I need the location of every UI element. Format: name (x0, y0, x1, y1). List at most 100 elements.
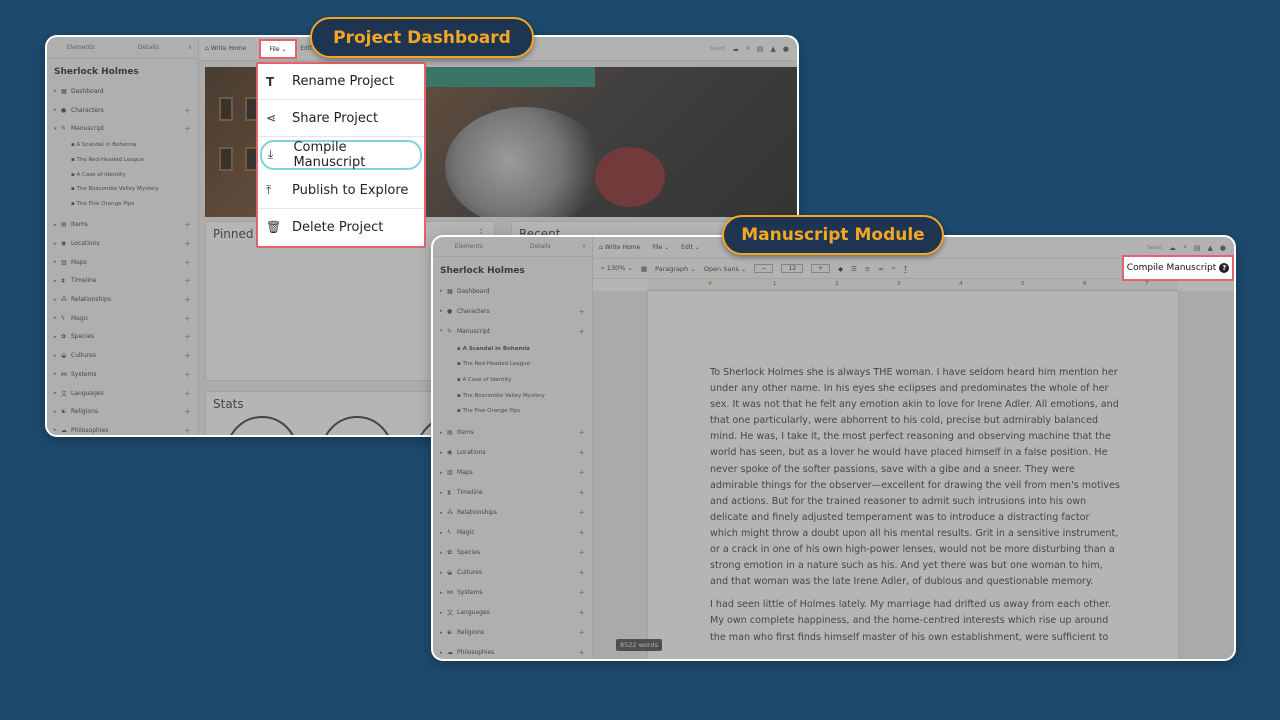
sidebar-item-species[interactable]: ▸ ✿ Species + (433, 543, 592, 563)
write-home-button[interactable]: ⌂ Write Home (199, 45, 252, 52)
zoom-control[interactable]: ⌕ 130% ⌄ (601, 264, 633, 273)
link-icon[interactable]: ∞ (878, 265, 883, 273)
add-icon[interactable]: + (184, 389, 191, 398)
account-icon[interactable]: ● (783, 45, 789, 53)
sidebar-item-maps[interactable]: ▸ ▥ Maps + (433, 463, 592, 483)
file-menu-button[interactable]: File ⌄ (646, 244, 675, 251)
columns-icon[interactable]: ▦ (641, 265, 647, 273)
sidebar-item-dashboard[interactable]: ▸ ▦ Dashboard (433, 281, 592, 301)
sidebar-item-languages[interactable]: ▸ 文 Languages + (433, 603, 592, 623)
sidebar-item-relationships[interactable]: ▸ ⁂ Relationships + (47, 290, 198, 309)
account-icon[interactable]: ● (1220, 244, 1226, 252)
sidebar-item-locations[interactable]: ▸ ◉ Locations + (47, 234, 198, 253)
font-size-increase[interactable]: + (811, 264, 831, 273)
add-icon[interactable]: + (184, 407, 191, 416)
search-icon[interactable]: ⌕ (746, 44, 750, 53)
collapse-icon[interactable]: « (576, 243, 592, 250)
bell-icon[interactable]: ▲ (771, 45, 776, 53)
rename-project-item[interactable]: T Rename Project (258, 64, 424, 101)
compile-manuscript-button[interactable]: Compile Manuscript? (1122, 255, 1234, 281)
add-icon[interactable]: + (578, 628, 585, 637)
add-icon[interactable]: + (184, 106, 191, 115)
tab-details[interactable]: Details (505, 243, 577, 250)
search-icon[interactable]: ⌕ (892, 264, 896, 273)
add-icon[interactable]: + (578, 448, 585, 457)
sidebar-item-characters[interactable]: ▸ ● Characters + (433, 301, 592, 321)
add-icon[interactable]: + (184, 276, 191, 285)
sidebar-item-manuscript[interactable]: ▾ ✎ Manuscript + (433, 321, 592, 341)
font-size-decrease[interactable]: − (754, 264, 774, 273)
file-menu-button[interactable]: File ⌄ (259, 39, 297, 59)
tab-elements[interactable]: Elements (433, 243, 505, 250)
sidebar-item-systems[interactable]: ▸ ⋈ Systems + (47, 365, 198, 384)
add-icon[interactable]: + (578, 307, 585, 316)
compile-manuscript-item[interactable]: ⤓ Compile Manuscript (260, 139, 422, 170)
chapter-item-active[interactable]: ▪ A Scandal in Bohemia (433, 341, 592, 357)
add-icon[interactable]: + (184, 258, 191, 267)
sidebar-item-philosophies[interactable]: ▸ ☁ Philosophies + (47, 421, 198, 435)
chapter-item[interactable]: ▪ The Boscombe Valley Mystery (47, 182, 198, 197)
add-icon[interactable]: + (578, 608, 585, 617)
sidebar-item-languages[interactable]: ▸ 文 Languages + (47, 384, 198, 403)
share-project-item[interactable]: ⋖ Share Project (258, 100, 424, 137)
add-icon[interactable]: + (578, 508, 585, 517)
sidebar-item-timeline[interactable]: ▸ ⧗ Timeline + (433, 483, 592, 503)
sidebar-item-cultures[interactable]: ▸ ◒ Cultures + (47, 346, 198, 365)
chapter-item[interactable]: ▪ A Case of Identity (433, 372, 592, 388)
add-icon[interactable]: + (578, 428, 585, 437)
sidebar-item-species[interactable]: ▸ ✿ Species + (47, 328, 198, 347)
paragraph-style-select[interactable]: Paragraph ⌄ (655, 265, 696, 273)
sidebar-item-religions[interactable]: ▸ ☯ Religions + (47, 402, 198, 421)
sidebar-item-manuscript[interactable]: ▾ ✎ Manuscript + (47, 119, 198, 138)
publish-to-explore-item[interactable]: ⤒ Publish to Explore (258, 173, 424, 210)
chat-icon[interactable]: ▤ (1194, 244, 1201, 252)
sidebar-item-magic[interactable]: ▸ ϟ Magic + (47, 309, 198, 328)
paragraph[interactable]: I had seen little of Holmes lately. My m… (710, 597, 1120, 645)
chapter-item[interactable]: ▪ The Boscombe Valley Mystery (433, 388, 592, 404)
font-size-input[interactable]: 12 (781, 264, 804, 273)
sidebar-item-locations[interactable]: ▸ ◉ Locations + (433, 443, 592, 463)
add-icon[interactable]: + (578, 648, 585, 657)
add-icon[interactable]: + (578, 588, 585, 597)
sidebar-item-religions[interactable]: ▸ ☯ Religions + (433, 623, 592, 643)
clear-format-icon[interactable]: T̲ (903, 265, 907, 273)
write-home-button[interactable]: ⌂ Write Home (593, 244, 646, 251)
chapter-item[interactable]: ▪ A Case of Identity (47, 167, 198, 182)
add-icon[interactable]: + (184, 426, 191, 435)
tab-elements[interactable]: Elements (47, 44, 115, 51)
add-icon[interactable]: + (184, 351, 191, 360)
tab-details[interactable]: Details (115, 44, 183, 51)
search-icon[interactable]: ⌕ (182, 44, 198, 52)
chapter-item[interactable]: ▪ The Red-Headed League (47, 153, 198, 168)
add-icon[interactable]: + (578, 528, 585, 537)
chapter-item[interactable]: ▪ The Five Orange Pips (433, 403, 592, 419)
add-icon[interactable]: + (184, 124, 191, 133)
chapter-item[interactable]: ▪ A Scandal in Bohemia (47, 138, 198, 153)
document-page[interactable]: To Sherlock Holmes she is always THE wom… (648, 291, 1178, 659)
align-icon[interactable]: ☰ (851, 265, 857, 273)
add-icon[interactable]: + (184, 239, 191, 248)
sidebar-item-relationships[interactable]: ▸ ⁂ Relationships + (433, 503, 592, 523)
add-icon[interactable]: + (578, 468, 585, 477)
chat-icon[interactable]: ▤ (757, 45, 764, 53)
sidebar-item-maps[interactable]: ▸ ▥ Maps + (47, 253, 198, 272)
manuscript-text[interactable]: To Sherlock Holmes she is always THE wom… (710, 365, 1120, 653)
chapter-item[interactable]: ▪ The Red-Headed League (433, 357, 592, 373)
bell-icon[interactable]: ▲ (1208, 244, 1213, 252)
add-icon[interactable]: + (578, 488, 585, 497)
add-icon[interactable]: + (184, 332, 191, 341)
add-icon[interactable]: + (184, 314, 191, 323)
add-icon[interactable]: + (184, 220, 191, 229)
add-icon[interactable]: + (578, 327, 585, 336)
font-select[interactable]: Open Sans ⌄ (704, 265, 747, 273)
sidebar-item-items[interactable]: ▸ ▤ Items + (47, 216, 198, 235)
help-icon[interactable]: ? (1219, 263, 1230, 273)
highlight-icon[interactable]: ◆ (838, 265, 843, 273)
add-icon[interactable]: + (578, 568, 585, 577)
sidebar-item-dashboard[interactable]: ▸ ▦ Dashboard (47, 82, 198, 101)
edit-menu-button[interactable]: Edit ⌄ (675, 244, 706, 251)
add-icon[interactable]: + (578, 548, 585, 557)
sidebar-item-systems[interactable]: ▸ ⋈ Systems + (433, 583, 592, 603)
sidebar-item-magic[interactable]: ▸ ϟ Magic + (433, 523, 592, 543)
sidebar-item-items[interactable]: ▸ ▤ Items + (433, 423, 592, 443)
